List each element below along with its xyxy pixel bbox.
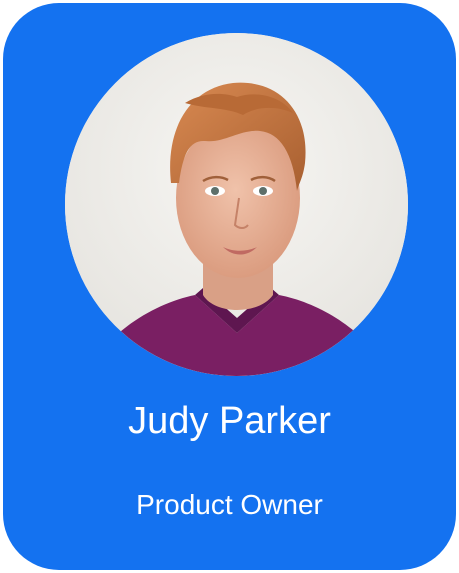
profile-card: Judy Parker Product Owner bbox=[3, 3, 456, 570]
portrait-photo-icon bbox=[65, 33, 408, 376]
profile-title: Product Owner bbox=[136, 489, 323, 520]
profile-photo bbox=[65, 33, 408, 376]
profile-name: Judy Parker bbox=[128, 400, 331, 442]
